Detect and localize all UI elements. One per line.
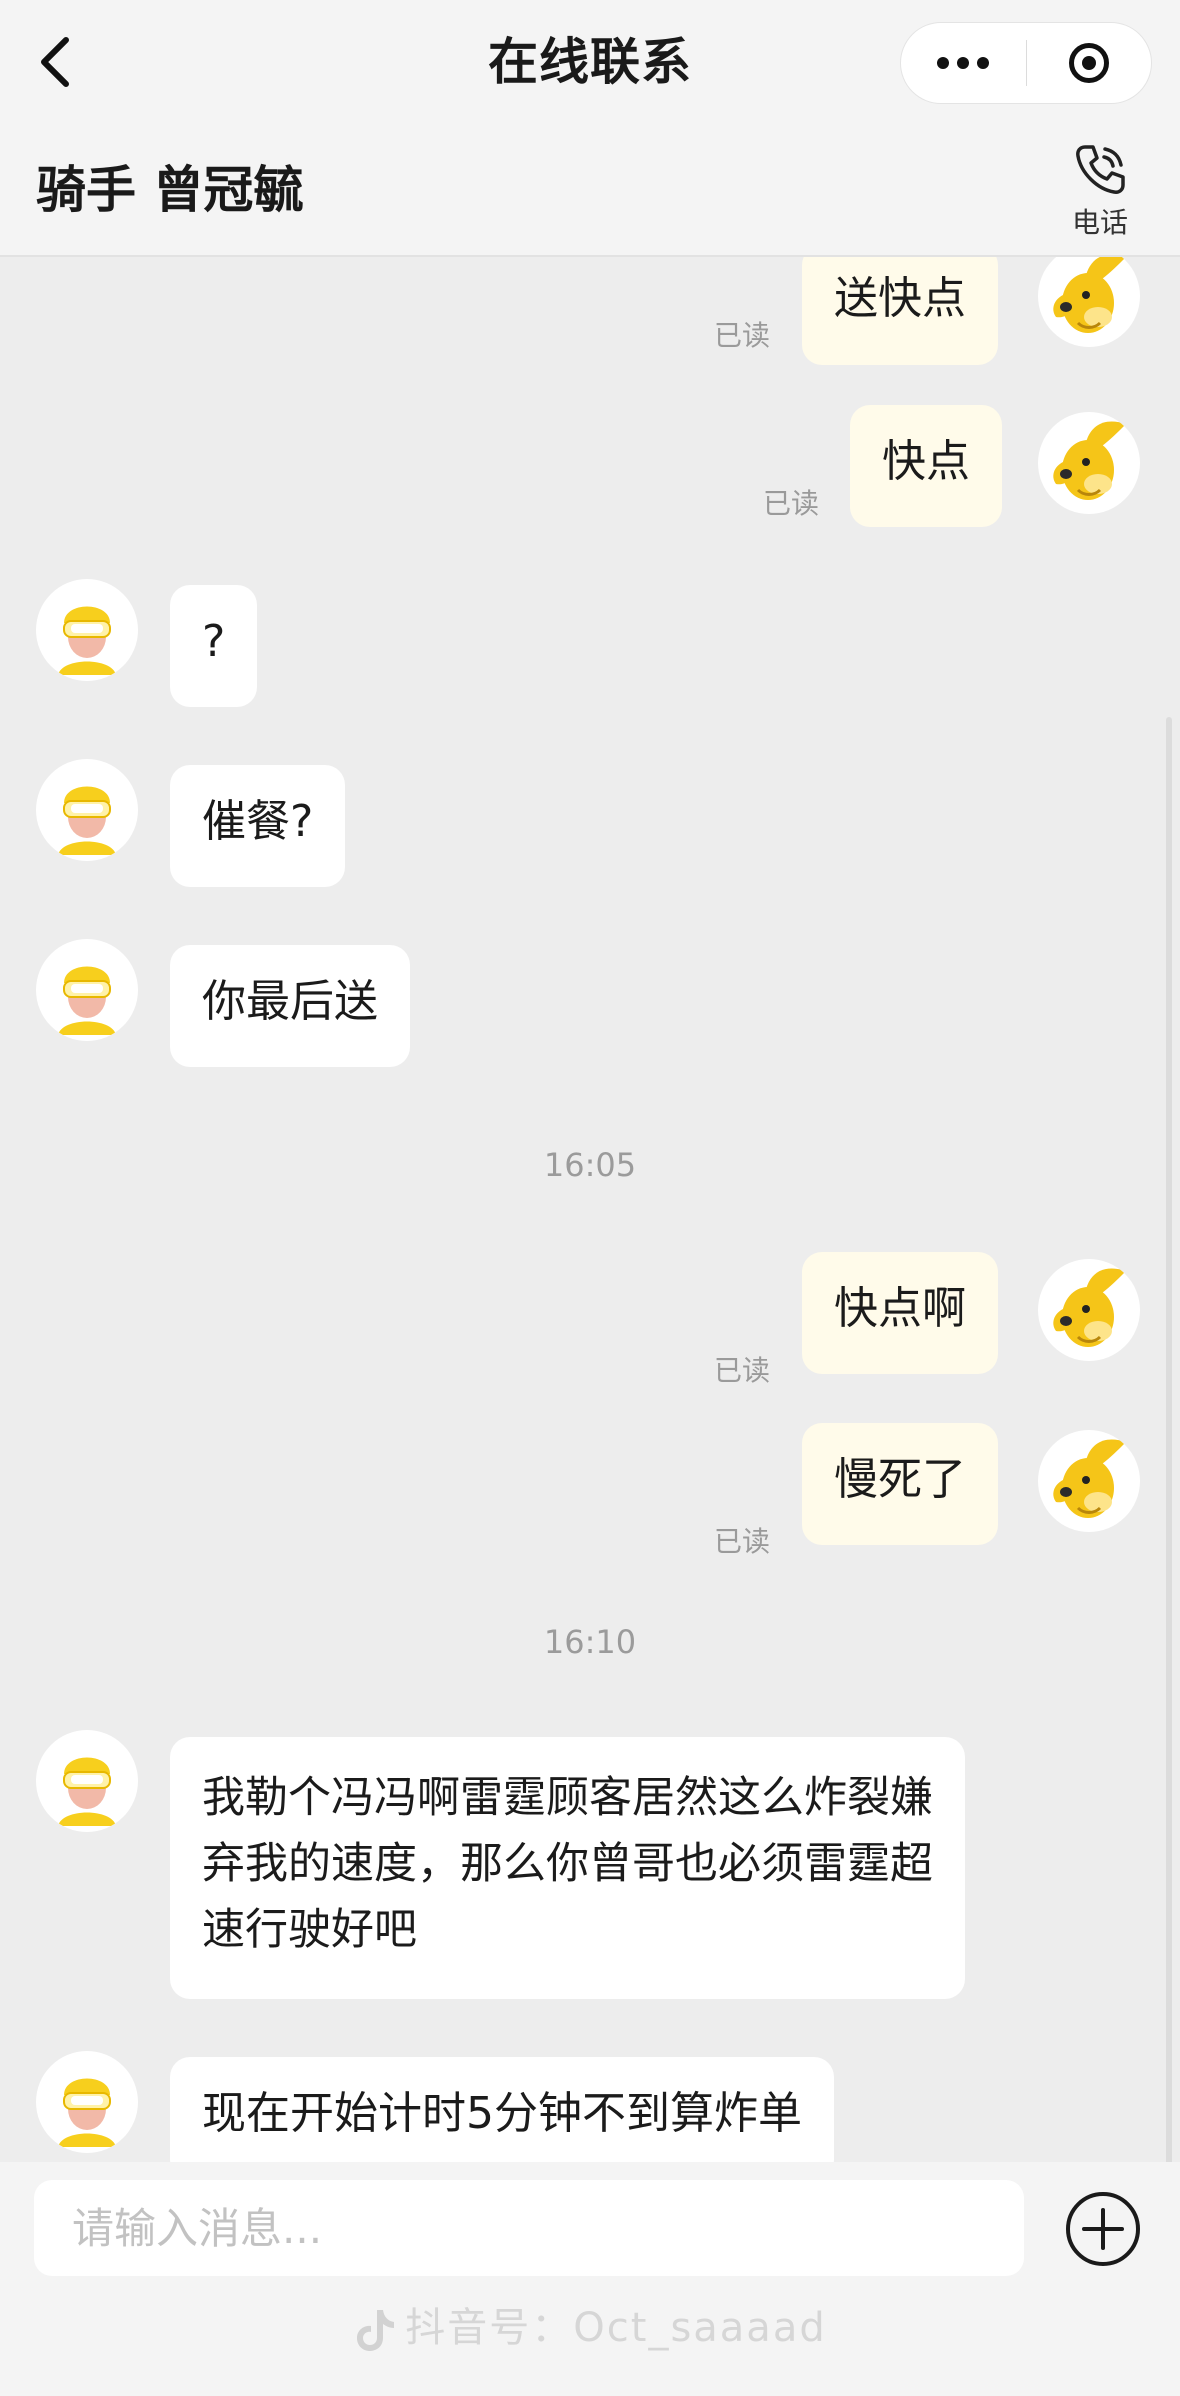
- yellow-dog-mascot-icon: [1053, 421, 1126, 500]
- read-receipt: 已读: [714, 1525, 771, 1558]
- add-attachment-button[interactable]: [1064, 2190, 1142, 2268]
- my-message-bubble[interactable]: 快点: [850, 405, 1002, 527]
- rider-message-bubble[interactable]: 我勒个冯冯啊雷霆顾客居然这么炸裂嫌弃我的速度，那么你曾哥也必须雷霆超速行驶好吧: [170, 1737, 965, 1999]
- message-input[interactable]: [34, 2180, 1024, 2276]
- read-receipt: 已读: [714, 319, 771, 352]
- rider-name: 骑手 曾冠毓: [36, 161, 304, 219]
- call-button[interactable]: 电话: [1050, 135, 1150, 253]
- more-dots-icon: [937, 57, 990, 69]
- rider-avatar: [36, 759, 138, 861]
- read-receipt: 已读: [763, 487, 820, 520]
- yellow-dog-mascot-icon: [1053, 1439, 1126, 1518]
- my-avatar: [1038, 1430, 1140, 1532]
- target-circle-icon: [1068, 43, 1109, 83]
- my-avatar: [1038, 1259, 1140, 1361]
- rider-helmet-avatar-icon: [58, 786, 116, 855]
- more-button[interactable]: [901, 23, 1026, 103]
- rider-helmet-avatar-icon: [58, 966, 116, 1035]
- mini-program-capsule: [900, 22, 1152, 104]
- message-input-bar: 抖音号：Oct_saaaad: [0, 2162, 1180, 2396]
- timestamp: 16:10: [543, 1623, 637, 1661]
- rider-message-bubble[interactable]: 你最后送: [170, 945, 410, 1067]
- read-receipt: 已读: [714, 1354, 771, 1387]
- my-message-bubble[interactable]: 送快点: [802, 257, 998, 365]
- timestamp: 16:05: [543, 1146, 637, 1184]
- call-label: 电话: [1071, 206, 1128, 239]
- rider-helmet-avatar-icon: [58, 2078, 116, 2147]
- rider-avatar: [36, 2051, 138, 2153]
- phone-icon: [1076, 145, 1125, 194]
- rider-avatar: [36, 939, 138, 1041]
- rider-message-bubble[interactable]: 现在开始计时5分钟不到算炸单: [170, 2057, 834, 2162]
- rider-helmet-avatar-icon: [58, 606, 116, 675]
- my-avatar: [1038, 412, 1140, 514]
- tiktok-icon: [357, 2310, 395, 2351]
- navigation-bar: 在线联系: [0, 0, 1180, 125]
- chat-area[interactable]: 已读 送快点 已读 快点 ? 催餐? 你最后送 16:05 已读 快点啊 已读 …: [0, 257, 1180, 2162]
- watermark: 抖音号：Oct_saaaad: [0, 2300, 1180, 2356]
- my-message-bubble[interactable]: 快点啊: [802, 1252, 998, 1374]
- my-message-bubble[interactable]: 慢死了: [802, 1423, 998, 1545]
- plus-circle-icon: [1066, 2192, 1140, 2266]
- yellow-dog-mascot-icon: [1053, 257, 1126, 333]
- rider-helmet-avatar-icon: [58, 1757, 116, 1826]
- close-mini-program-button[interactable]: [1027, 23, 1152, 103]
- yellow-dog-mascot-icon: [1053, 1268, 1126, 1347]
- rider-message-bubble[interactable]: 催餐?: [170, 765, 346, 887]
- rider-avatar: [36, 579, 138, 681]
- rider-message-bubble[interactable]: ?: [170, 585, 258, 707]
- chat-scrollbar[interactable]: [1166, 717, 1172, 2162]
- rider-avatar: [36, 1730, 138, 1832]
- rider-header: 骑手 曾冠毓 电话: [0, 125, 1180, 257]
- my-avatar: [1038, 257, 1140, 347]
- watermark-text: 抖音号：Oct_saaaad: [405, 2305, 827, 2351]
